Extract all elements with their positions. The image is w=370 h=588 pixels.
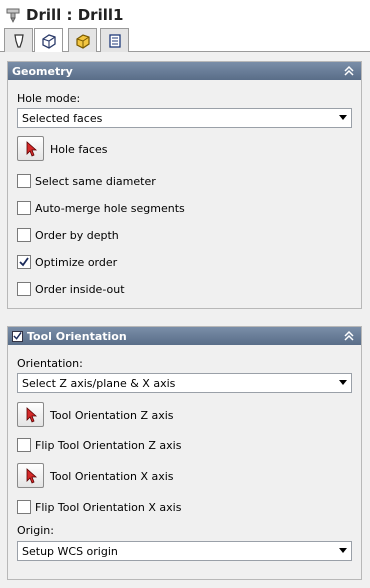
geometry-group-header[interactable]: Geometry bbox=[8, 62, 361, 80]
flip-x-axis-checkbox[interactable]: Flip Tool Orientation X axis bbox=[17, 499, 181, 515]
tool-icon bbox=[13, 33, 24, 48]
geometry-icon bbox=[41, 34, 56, 49]
checkbox-box[interactable] bbox=[17, 201, 31, 215]
auto-merge-hole-segments-checkbox[interactable]: Auto-merge hole segments bbox=[17, 200, 185, 216]
orientation-select[interactable]: Select Z axis/plane & X axis bbox=[17, 373, 352, 393]
chevron-down-icon bbox=[339, 380, 347, 385]
checkbox-label: Order by depth bbox=[35, 228, 119, 242]
tab-heights[interactable] bbox=[68, 28, 97, 52]
checkbox-label: Optimize order bbox=[35, 255, 118, 269]
checkbox-box[interactable] bbox=[17, 228, 31, 242]
cursor-arrow-icon bbox=[26, 406, 37, 423]
origin-value: Setup WCS origin bbox=[22, 544, 118, 558]
checkmark-icon bbox=[13, 331, 22, 340]
collapse-icon[interactable] bbox=[343, 330, 355, 342]
tool-orientation-enable-checkbox[interactable] bbox=[12, 330, 23, 342]
title-bar: Drill : Drill1 bbox=[0, 0, 370, 29]
checkbox-box[interactable] bbox=[17, 255, 31, 269]
checkbox-box[interactable] bbox=[17, 282, 31, 296]
tab-geometry[interactable] bbox=[34, 28, 63, 53]
orientation-value: Select Z axis/plane & X axis bbox=[22, 376, 176, 390]
checkbox-label: Select same diameter bbox=[35, 174, 156, 188]
hole-mode-value: Selected faces bbox=[22, 111, 103, 125]
cursor-arrow-icon bbox=[26, 140, 37, 157]
flip-z-axis-checkbox[interactable]: Flip Tool Orientation Z axis bbox=[17, 437, 181, 453]
select-same-diameter-checkbox[interactable]: Select same diameter bbox=[17, 173, 156, 189]
cursor-arrow-icon bbox=[26, 467, 37, 484]
tool-orientation-x-pick-button[interactable] bbox=[17, 463, 44, 488]
optimize-order-checkbox[interactable]: Optimize order bbox=[17, 254, 117, 270]
hole-mode-select[interactable]: Selected faces bbox=[17, 108, 352, 128]
checkbox-label: Auto-merge hole segments bbox=[35, 201, 185, 215]
tab-passes[interactable] bbox=[100, 28, 129, 52]
checkbox-box[interactable] bbox=[17, 500, 31, 514]
tool-orientation-x-label: Tool Orientation X axis bbox=[50, 470, 174, 483]
window-title: Drill : Drill1 bbox=[26, 5, 124, 24]
origin-select[interactable]: Setup WCS origin bbox=[17, 541, 352, 561]
tab-strip bbox=[0, 28, 370, 53]
tool-orientation-group: Tool Orientation Orientation: Select Z a… bbox=[7, 326, 362, 580]
settings-panel: Geometry Hole mode: Selected faces Hole … bbox=[0, 52, 370, 588]
chevron-down-icon bbox=[339, 548, 347, 553]
hole-faces-label: Hole faces bbox=[50, 143, 108, 156]
checkbox-label: Order inside-out bbox=[35, 282, 125, 296]
order-inside-out-checkbox[interactable]: Order inside-out bbox=[17, 281, 125, 297]
tool-orientation-group-header[interactable]: Tool Orientation bbox=[8, 327, 361, 345]
passes-icon bbox=[108, 33, 121, 48]
tab-tool[interactable] bbox=[4, 28, 33, 52]
hole-faces-pick-button[interactable] bbox=[17, 136, 44, 161]
origin-label: Origin: bbox=[17, 524, 54, 537]
drill-icon bbox=[6, 8, 20, 23]
geometry-group: Geometry Hole mode: Selected faces Hole … bbox=[7, 61, 362, 309]
checkbox-box[interactable] bbox=[17, 174, 31, 188]
checkbox-label: Flip Tool Orientation X axis bbox=[35, 500, 182, 514]
checkbox-box[interactable] bbox=[17, 438, 31, 452]
checkbox-label: Flip Tool Orientation Z axis bbox=[35, 438, 182, 452]
checkmark-icon bbox=[19, 257, 29, 267]
orientation-label: Orientation: bbox=[17, 357, 83, 370]
heights-icon bbox=[75, 33, 90, 49]
order-by-depth-checkbox[interactable]: Order by depth bbox=[17, 227, 119, 243]
collapse-icon[interactable] bbox=[343, 65, 355, 77]
tool-orientation-header-label: Tool Orientation bbox=[27, 329, 127, 343]
hole-mode-label: Hole mode: bbox=[17, 92, 81, 105]
geometry-header-label: Geometry bbox=[12, 64, 73, 78]
chevron-down-icon bbox=[339, 115, 347, 120]
tool-orientation-z-pick-button[interactable] bbox=[17, 402, 44, 427]
tool-orientation-z-label: Tool Orientation Z axis bbox=[50, 409, 174, 422]
